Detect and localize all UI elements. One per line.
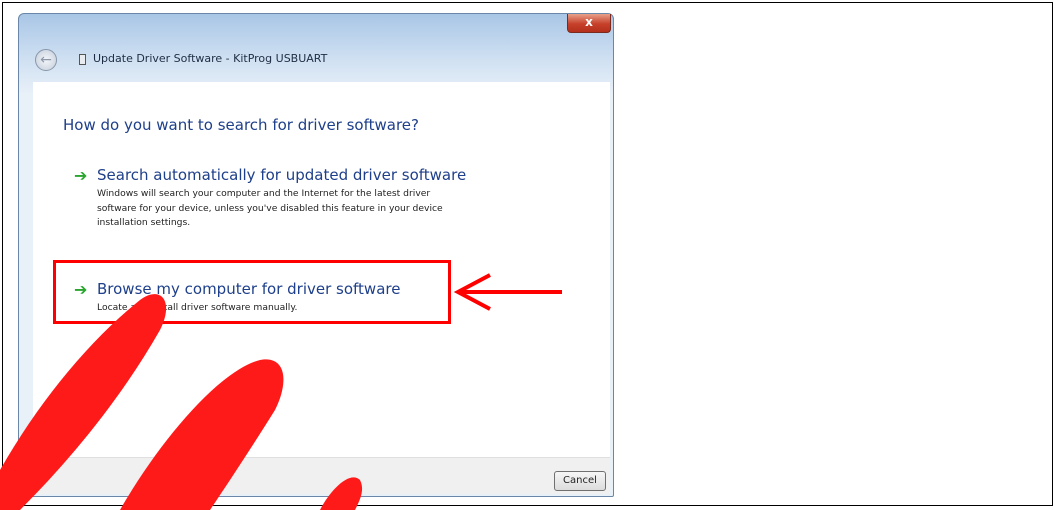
- pointer-arrow-icon: [453, 273, 562, 311]
- watermark-swoosh: [0, 294, 363, 510]
- annotation-overlay: [0, 273, 562, 510]
